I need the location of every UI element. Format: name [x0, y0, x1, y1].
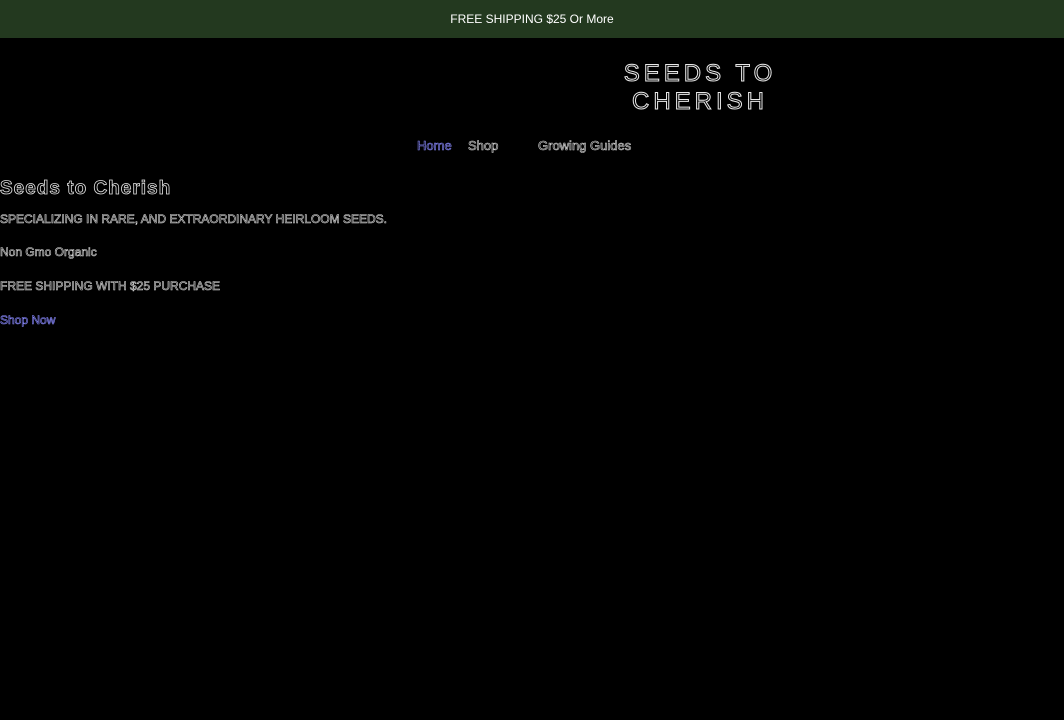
logo-line-1: SEEDS TO [623, 60, 777, 88]
shop-now-link[interactable]: Shop Now [0, 313, 56, 328]
announcement-bar: FREE SHIPPING $25 Or More [0, 0, 1064, 38]
nav-item-home[interactable]: Home [417, 138, 452, 154]
main-nav: Home Shop Growing Guides [0, 138, 1064, 156]
hero-subtitle: Non Gmo Organic [0, 245, 97, 260]
nav-item-shop[interactable]: Shop [468, 138, 499, 154]
store-logo[interactable]: SEEDS TO CHERISH [600, 60, 800, 116]
hero-shipping-note: FREE SHIPPING WITH $25 PURCHASE [0, 279, 221, 294]
hero-title: Seeds to Cherish [0, 178, 172, 200]
logo-line-2: CHERISH [631, 88, 768, 116]
hero-tagline: SPECIALIZING IN RARE, AND EXTRAORDINARY … [0, 212, 387, 227]
nav-item-growing-guides[interactable]: Growing Guides [538, 138, 632, 154]
announcement-text: FREE SHIPPING $25 Or More [450, 12, 614, 26]
hero-section: Seeds to Cherish SPECIALIZING IN RARE, A… [0, 176, 700, 328]
